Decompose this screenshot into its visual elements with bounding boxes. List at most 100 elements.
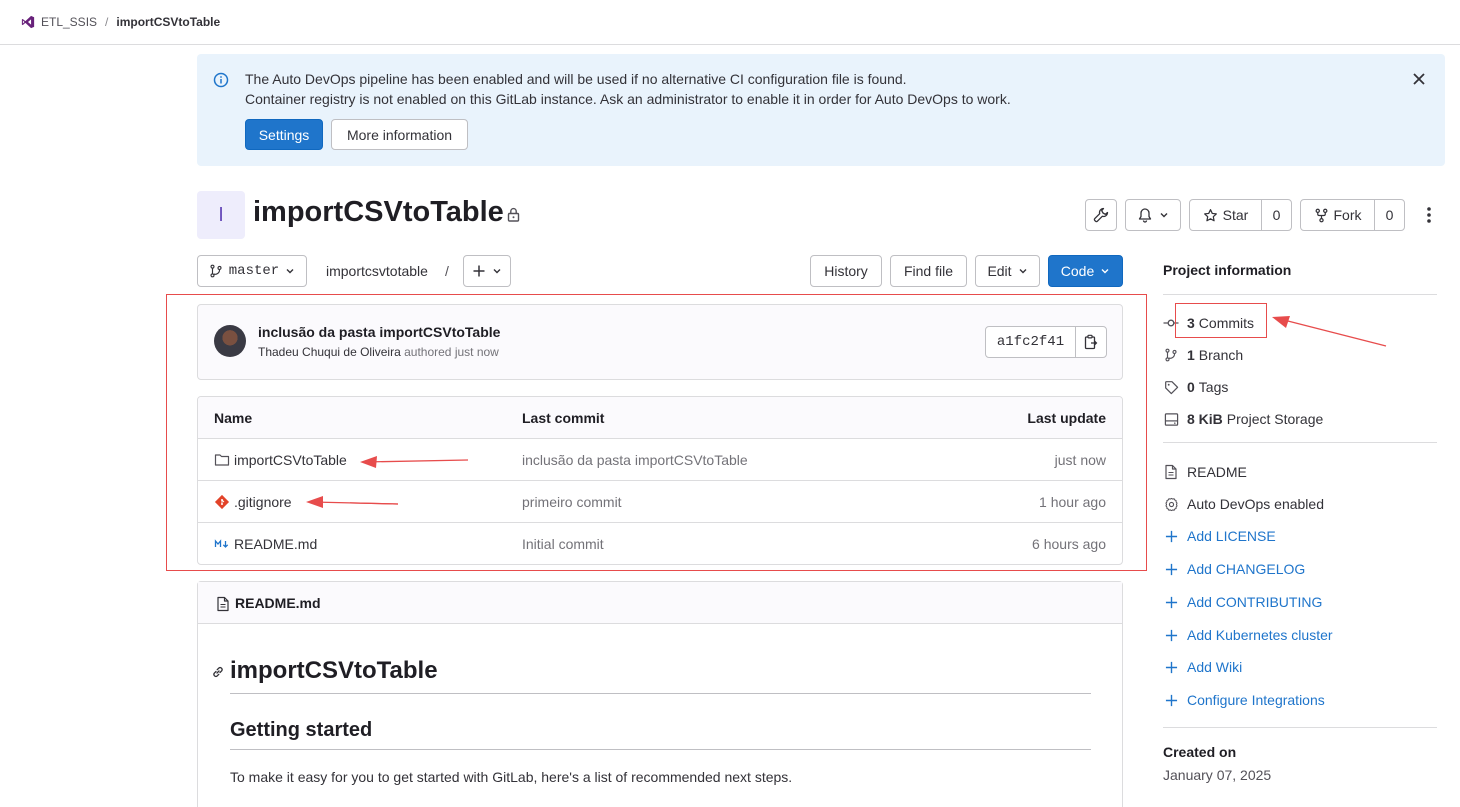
branch-name: master (228, 263, 280, 279)
top-bar: ETL_SSIS / importCSVtoTable (0, 0, 1460, 45)
plus-icon (1163, 594, 1179, 610)
visual-studio-icon (21, 15, 35, 29)
sidebar-link-configure-integrations[interactable]: Configure Integrations (1163, 690, 1325, 710)
file-last-commit-link[interactable]: primeiro commit (522, 494, 622, 510)
sidebar-item-autodevops[interactable]: Auto DevOps enabled (1163, 494, 1324, 514)
edit-label: Edit (987, 263, 1012, 279)
file-name-link[interactable]: .gitignore (234, 494, 292, 510)
star-button-group: Star 0 (1189, 199, 1292, 231)
heading-divider (230, 693, 1091, 694)
project-title: importCSVtoTable (253, 196, 504, 228)
link-anchor-icon[interactable] (211, 665, 225, 679)
annotation-highlight-commits (1175, 303, 1267, 338)
annotation-arrowhead (306, 496, 323, 508)
settings-button[interactable]: Settings (245, 119, 323, 150)
copy-icon (1084, 334, 1098, 350)
edit-dropdown[interactable]: Edit (975, 255, 1040, 287)
breadcrumb-group-link[interactable]: ETL_SSIS (41, 15, 97, 29)
sidebar-link-add-changelog[interactable]: Add CHANGELOG (1163, 559, 1305, 579)
find-file-button[interactable]: Find file (890, 255, 967, 287)
close-icon[interactable] (1412, 72, 1426, 86)
storage-value: 8 KiB (1187, 411, 1223, 427)
auto-devops-alert: The Auto DevOps pipeline has been enable… (197, 54, 1445, 166)
readme-paragraph: To make it easy for you to get started w… (230, 769, 793, 785)
commit-sha-group: a1fc2f41 (985, 326, 1107, 358)
add-to-tree-button[interactable] (463, 255, 511, 287)
readme-heading-1: importCSVtoTable (230, 657, 438, 684)
created-on-label: Created on (1163, 744, 1237, 760)
sidebar-link-add-wiki[interactable]: Add Wiki (1163, 657, 1242, 677)
sidebar-item-tags[interactable]: 0 Tags (1163, 377, 1228, 397)
file-name-link[interactable]: README.md (234, 536, 317, 552)
history-button[interactable]: History (810, 255, 882, 287)
fork-count[interactable]: 0 (1374, 200, 1404, 230)
notification-dropdown[interactable] (1125, 199, 1181, 231)
branch-icon (209, 264, 223, 278)
branch-label: Branch (1198, 347, 1244, 363)
sidebar-item-storage[interactable]: 8 KiB Project Storage (1163, 409, 1323, 429)
file-last-update: 6 hours ago (1032, 536, 1106, 552)
sidebar-divider (1163, 294, 1437, 295)
breadcrumb-separator: / (105, 15, 109, 29)
file-last-update: just now (1054, 452, 1106, 468)
autodevops-label: Auto DevOps enabled (1187, 496, 1324, 512)
tags-count: 0 (1187, 379, 1195, 395)
sidebar-link-add-contributing[interactable]: Add CONTRIBUTING (1163, 592, 1322, 612)
file-last-update: 1 hour ago (1039, 494, 1106, 510)
file-last-commit-link[interactable]: Initial commit (522, 536, 604, 552)
code-dropdown[interactable]: Code (1048, 255, 1123, 287)
commit-sha[interactable]: a1fc2f41 (986, 327, 1076, 357)
more-actions-icon[interactable] (1422, 205, 1436, 225)
branch-selector[interactable]: master (197, 255, 307, 287)
star-count[interactable]: 0 (1261, 200, 1291, 230)
readme-heading-2: Getting started (230, 719, 373, 741)
commit-author-link[interactable]: Thadeu Chuqui de Oliveira (258, 345, 401, 359)
git-icon (214, 494, 230, 510)
annotation-arrow-gitignore (306, 496, 399, 508)
breadcrumb-current[interactable]: importCSVtoTable (116, 15, 220, 29)
created-on-value: January 07, 2025 (1163, 767, 1272, 783)
repo-path-link[interactable]: importcsvtotable (326, 263, 428, 279)
project-avatar: I (197, 191, 245, 239)
plus-icon (472, 264, 486, 278)
more-information-button[interactable]: More information (331, 119, 468, 150)
sidebar-link-add-license[interactable]: Add LICENSE (1163, 526, 1276, 546)
folder-icon (214, 452, 230, 468)
sidebar-item-branches[interactable]: 1 Branch (1163, 345, 1243, 365)
wrench-icon (1093, 207, 1109, 223)
gear-icon (1163, 496, 1179, 512)
settings-wrench-button[interactable] (1085, 199, 1117, 231)
sidebar-link-add-kubernetes[interactable]: Add Kubernetes cluster (1163, 625, 1333, 645)
project-information-title: Project information (1163, 262, 1292, 278)
star-button[interactable]: Star (1190, 200, 1261, 230)
sidebar-divider (1163, 727, 1437, 728)
chevron-down-icon (492, 266, 502, 276)
alert-text-line1: The Auto DevOps pipeline has been enable… (245, 71, 907, 87)
lock-icon (507, 207, 520, 222)
file-name-link[interactable]: importCSVtoTable (234, 452, 347, 468)
configure-integrations-label: Configure Integrations (1187, 692, 1325, 708)
table-row[interactable]: README.md Initial commit 6 hours ago (198, 523, 1122, 564)
fork-button-group: Fork 0 (1300, 199, 1405, 231)
commit-author-line: Thadeu Chuqui de Oliveira authored just … (258, 345, 499, 359)
author-avatar[interactable] (214, 325, 246, 357)
branch-count: 1 (1187, 347, 1195, 363)
sidebar-item-readme[interactable]: README (1163, 462, 1247, 482)
star-icon (1203, 208, 1218, 223)
copy-sha-button[interactable] (1076, 327, 1106, 357)
file-icon (1163, 464, 1179, 480)
file-last-commit-link[interactable]: inclusão da pasta importCSVtoTable (522, 452, 748, 468)
readme-header: README.md (198, 582, 1122, 624)
table-row[interactable]: importCSVtoTable inclusão da pasta impor… (198, 439, 1122, 481)
header-last-commit: Last commit (522, 410, 605, 426)
plus-icon (1163, 692, 1179, 708)
header-name: Name (214, 410, 253, 426)
add-kubernetes-label: Add Kubernetes cluster (1187, 627, 1333, 643)
readme-link-label: README (1187, 464, 1247, 480)
breadcrumb: ETL_SSIS / importCSVtoTable (21, 14, 220, 30)
add-contributing-label: Add CONTRIBUTING (1187, 594, 1323, 610)
commit-message-link[interactable]: inclusão da pasta importCSVtoTable (258, 324, 500, 340)
chevron-down-icon (285, 266, 295, 276)
readme-filename-link[interactable]: README.md (235, 595, 321, 611)
fork-button[interactable]: Fork (1301, 200, 1374, 230)
